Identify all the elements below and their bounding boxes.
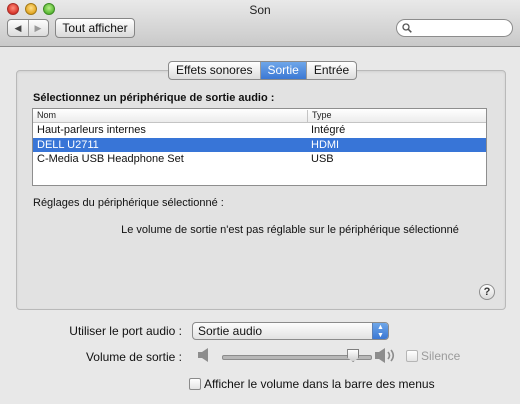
device-type: HDMI	[311, 138, 340, 151]
device-type: USB	[311, 153, 334, 165]
back-forward-control: ◀ ▶	[7, 19, 49, 37]
output-device-table: Nom Type Haut-parleurs internes Intégré …	[32, 108, 487, 186]
device-type: Intégré	[311, 124, 346, 136]
device-name: DELL U2711	[37, 138, 99, 151]
tab-panel	[16, 70, 506, 310]
help-button[interactable]: ?	[479, 284, 495, 300]
device-name: C-Media USB Headphone Set	[37, 153, 184, 165]
table-row[interactable]: C-Media USB Headphone Set USB	[33, 152, 486, 167]
silence-label: Silence	[421, 349, 461, 363]
output-device-heading: Sélectionnez un périphérique de sortie a…	[33, 92, 275, 104]
table-header: Nom Type	[33, 109, 486, 123]
audio-port-label: Utiliser le port audio :	[69, 324, 182, 338]
column-header-type[interactable]: Type	[307, 110, 332, 122]
volume-not-adjustable-note: Le volume de sortie n'est pas réglable s…	[121, 224, 459, 236]
device-settings-label: Réglages du périphérique sélectionné :	[33, 197, 224, 209]
tab-output[interactable]: Sortie	[260, 62, 307, 79]
speaker-low-icon	[198, 348, 208, 362]
tab-sound-effects[interactable]: Effets sonores	[169, 62, 261, 79]
back-button[interactable]: ◀	[8, 20, 29, 36]
title-bar: Son ◀ ▶ Tout afficher	[0, 0, 520, 47]
show-volume-in-menubar-checkbox[interactable]	[189, 378, 201, 390]
table-row[interactable]: Haut-parleurs internes Intégré	[33, 123, 486, 138]
tab-bar: Effets sonores Sortie Entrée	[168, 61, 358, 80]
output-volume-label: Volume de sortie :	[85, 350, 182, 364]
tab-input[interactable]: Entrée	[307, 62, 356, 79]
audio-port-value: Sortie audio	[198, 324, 263, 338]
sound-preferences-window: Son ◀ ▶ Tout afficher Effets sonores Sor…	[0, 0, 520, 404]
silence-checkbox[interactable]	[406, 350, 418, 362]
show-volume-in-menubar-label: Afficher le volume dans la barre des men…	[204, 377, 435, 391]
chevron-right-icon: ▶	[34, 22, 42, 33]
device-name: Haut-parleurs internes	[37, 124, 146, 136]
table-row[interactable]: DELL U2711 HDMI	[33, 137, 486, 152]
forward-button[interactable]: ▶	[28, 20, 48, 36]
audio-port-popup[interactable]: Sortie audio ▲ ▼	[192, 322, 389, 340]
speaker-high-icon	[375, 348, 395, 363]
volume-slider-knob[interactable]	[347, 349, 360, 362]
search-icon	[402, 23, 412, 33]
column-header-name[interactable]: Nom	[37, 110, 56, 120]
window-title: Son	[249, 3, 271, 17]
show-all-button[interactable]: Tout afficher	[55, 18, 135, 38]
chevron-left-icon: ◀	[14, 22, 22, 33]
question-mark-icon: ?	[483, 286, 491, 298]
popup-arrows-icon: ▲ ▼	[372, 323, 388, 339]
search-field[interactable]	[396, 19, 513, 37]
